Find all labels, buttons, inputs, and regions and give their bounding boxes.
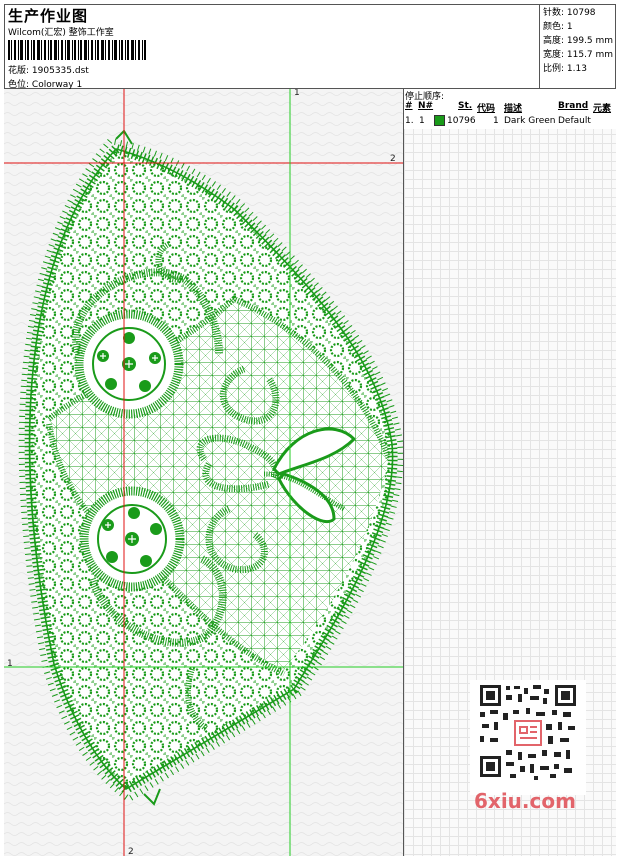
guide-label-green-left: 1 (7, 659, 13, 669)
design-height: 高度: 199.5 mm (543, 36, 614, 46)
stats-panel: 针数: 10798 颜色: 1 高度: 199.5 mm 宽度: 115.7 m… (540, 4, 616, 89)
col-brand: Brand (558, 101, 589, 111)
row-n: 1 (419, 116, 425, 126)
design-scale: 比例: 1.13 (543, 64, 587, 74)
guide-label-red-right: 2 (390, 154, 396, 164)
col-code: 代码 (477, 104, 496, 114)
watermark-logo: 6xiu.com (474, 789, 576, 813)
header-info: 生产作业图 Wilcom(汇宏) 整饰工作室 花版: 1905335.dst 色… (4, 4, 540, 90)
row-brand: Default (558, 116, 591, 126)
color-count: 颜色: 1 (543, 22, 573, 32)
row-num: 1. (405, 116, 414, 126)
stop-sequence-table: 停止顺序: # N# St. 代码 描述 Brand 元素 1. 1 10796… (404, 89, 616, 129)
guide-label-green-top: 1 (294, 89, 300, 98)
embroidery-design (4, 89, 403, 856)
row-description: Dark Green (504, 116, 556, 126)
color-swatch (434, 115, 445, 126)
design-file: 1905335.dst (31, 66, 89, 76)
design-preview: 1 1 2 2 (4, 89, 404, 856)
row-stitches: 10796 (447, 116, 476, 126)
col-num: # (405, 101, 413, 111)
qr-code (470, 680, 586, 785)
col-description: 描述 (504, 104, 523, 114)
company-name: Wilcom(汇宏) 整饰工作室 (8, 28, 114, 38)
design-label: 花版: (8, 66, 30, 76)
page-title: 生产作业图 (8, 7, 89, 25)
row-code: 1 (493, 116, 499, 126)
col-element: 元素 (593, 104, 612, 114)
watermark-qr (470, 680, 586, 795)
col-stitches: St. (458, 101, 473, 111)
design-file-line: 花版: 1905335.dst (8, 63, 89, 76)
design-width: 宽度: 115.7 mm (543, 50, 614, 60)
stitch-count: 针数: 10798 (543, 8, 596, 18)
barcode (8, 40, 146, 60)
guide-label-red-bottom: 2 (128, 847, 134, 856)
col-n: N# (418, 101, 434, 111)
